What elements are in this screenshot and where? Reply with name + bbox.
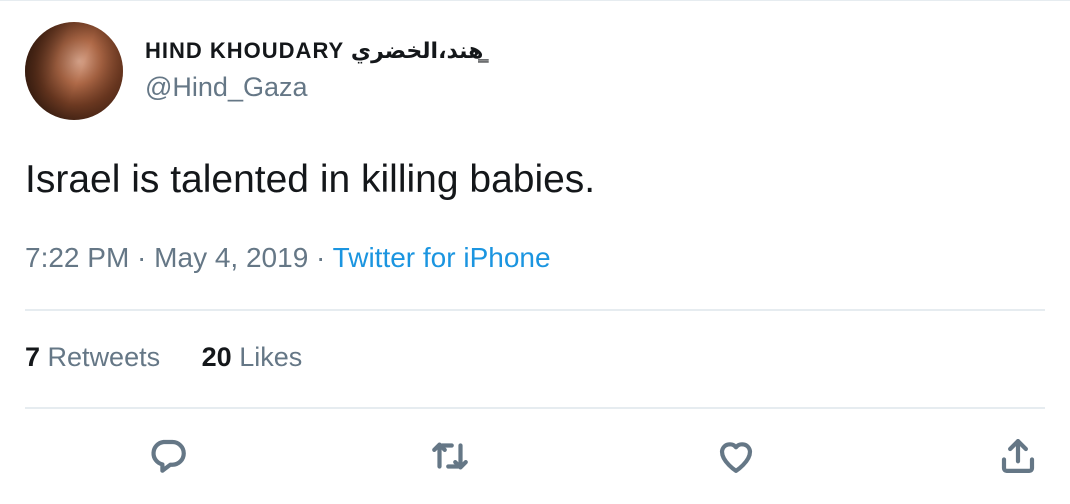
reply-icon <box>151 439 186 473</box>
retweet-button[interactable] <box>426 432 474 480</box>
tweet-text: Israel is talented in killing babies. <box>25 158 596 201</box>
tweet-meta: 7:22 PM · May 4, 2019 · Twitter for iPho… <box>25 242 551 274</box>
meta-separator: · <box>308 242 333 273</box>
share-icon <box>1001 439 1035 473</box>
likes-stat[interactable]: 20 Likes <box>202 342 303 373</box>
tweet-time[interactable]: 7:22 PM <box>25 242 129 273</box>
avatar-shading <box>25 22 123 120</box>
heart-icon <box>719 442 753 473</box>
display-name[interactable]: HIND KHOUDARY هند،الخضري ͇ <box>145 38 490 64</box>
tweet-source-link[interactable]: Twitter for iPhone <box>333 242 551 273</box>
top-border <box>0 0 1070 1</box>
share-button[interactable] <box>994 432 1042 480</box>
divider <box>25 407 1045 409</box>
tweet-stats: 7 Retweets 20 Likes <box>25 342 302 373</box>
reply-button[interactable] <box>144 432 192 480</box>
tweet-card: HIND KHOUDARY هند،الخضري ͇ @Hind_Gaza Is… <box>0 0 1070 504</box>
tweet-date[interactable]: May 4, 2019 <box>154 242 308 273</box>
retweets-stat[interactable]: 7 Retweets <box>25 342 160 373</box>
meta-separator: · <box>129 242 155 273</box>
retweets-count: 7 <box>25 342 41 372</box>
like-button[interactable] <box>712 432 760 480</box>
divider <box>25 309 1045 311</box>
action-bar <box>0 432 1070 482</box>
retweets-label: Retweets <box>47 342 161 372</box>
user-handle[interactable]: @Hind_Gaza <box>145 72 308 103</box>
retweet-icon <box>432 442 468 470</box>
avatar[interactable] <box>25 22 123 120</box>
likes-count: 20 <box>201 342 232 372</box>
likes-label: Likes <box>239 342 303 372</box>
